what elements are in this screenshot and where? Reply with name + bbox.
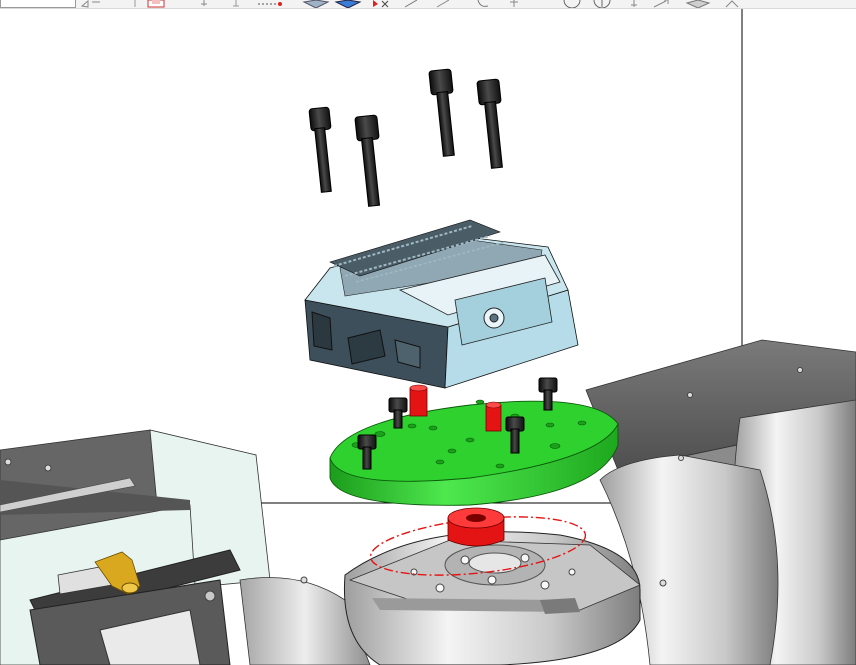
plane-icon[interactable] — [650, 0, 672, 8]
solid-view-icon[interactable] — [302, 0, 330, 8]
sketch-icon[interactable] — [146, 0, 168, 8]
dotted-line-icon[interactable] — [256, 0, 284, 8]
machine-vise[interactable] — [304, 219, 579, 389]
rotary-table[interactable] — [204, 531, 667, 665]
filter-icon[interactable] — [228, 0, 244, 8]
fixture-plate[interactable] — [329, 399, 619, 506]
edit-icon[interactable] — [504, 0, 524, 8]
trim-icon[interactable] — [474, 0, 494, 8]
machine-housing-left[interactable] — [0, 429, 271, 665]
arc-icon[interactable] — [434, 0, 454, 8]
circle-3pt-icon[interactable] — [590, 0, 614, 8]
shaded-view-icon[interactable] — [334, 0, 362, 8]
line-icon[interactable] — [402, 0, 422, 8]
vise-bolt-2[interactable] — [354, 114, 381, 207]
cad-application — [0, 0, 856, 665]
axis-icon[interactable] — [626, 0, 642, 8]
snap-point-icon[interactable] — [196, 0, 212, 8]
vise-bolt-4[interactable] — [476, 78, 503, 169]
dowel-pin-2[interactable] — [485, 401, 502, 432]
select-arrow-icon[interactable] — [370, 0, 394, 8]
pointer-icon[interactable] — [128, 0, 142, 8]
toolbar — [0, 0, 856, 9]
3d-viewport[interactable] — [0, 9, 856, 665]
cad-scene[interactable] — [0, 9, 856, 665]
centering-bush[interactable] — [447, 507, 505, 547]
vise-bolt-3[interactable] — [428, 68, 455, 157]
vise-bolt-1[interactable] — [308, 106, 332, 193]
view-options-icon[interactable] — [80, 0, 102, 8]
view-cube-icon[interactable] — [684, 0, 712, 8]
circle-icon[interactable] — [560, 0, 584, 8]
dowel-pin-1[interactable] — [409, 384, 428, 417]
toolbar-search-input[interactable] — [0, 0, 76, 8]
overflow-icon[interactable] — [722, 0, 742, 8]
